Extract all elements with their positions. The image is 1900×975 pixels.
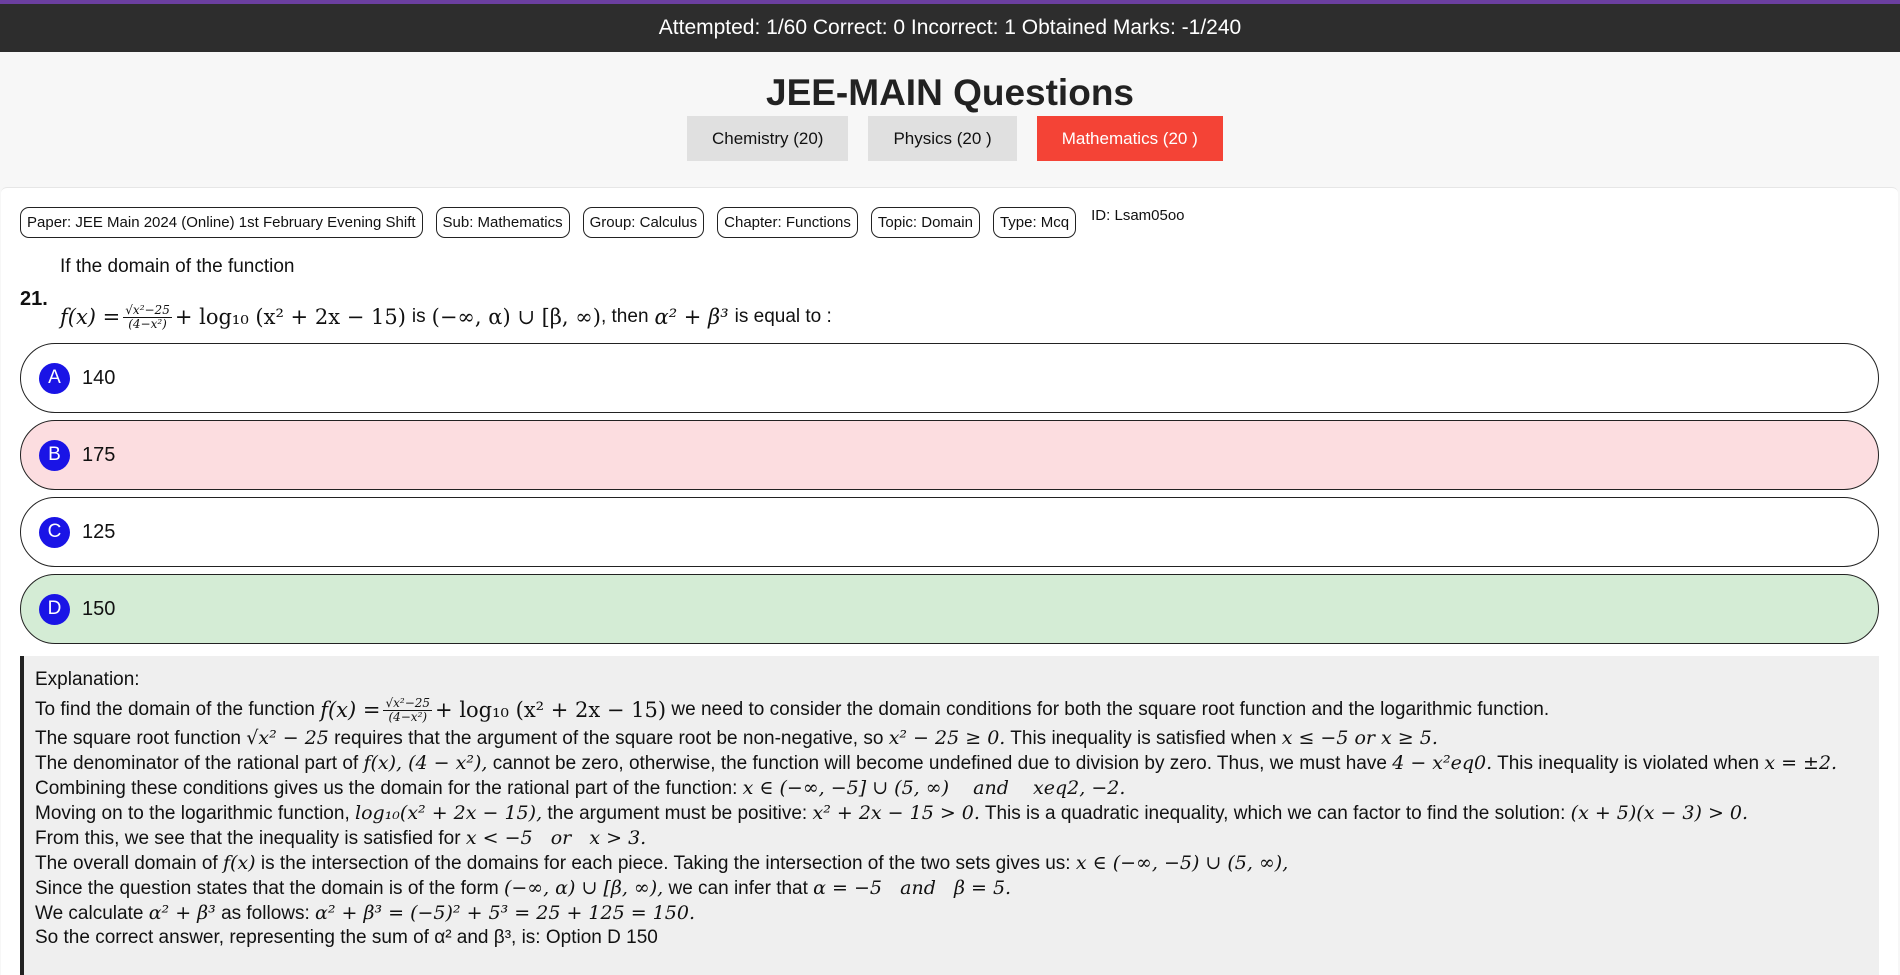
explanation-line: The square root function √x² − 25 requir… [35,726,1879,751]
explanation-text: Moving on to the logarithmic function, [35,803,350,824]
explanation-text: the argument must be positive: [547,803,808,824]
explanation-math: x < −5 or x > 3. [465,827,647,849]
score-stats-text: Attempted: 1/60 Correct: 0 Incorrect: 1 … [658,16,1242,39]
tag-group: Group: Calculus [582,207,705,238]
explanation-text: This inequality is satisfied when [1010,728,1277,749]
explanation-line: Moving on to the logarithmic function, l… [35,801,1879,826]
question-text: f(x) = √x²−25 (4−x²) + log₁₀ (x² + 2x − … [60,304,832,330]
option-c[interactable]: C 125 [20,497,1879,567]
tag-topic: Topic: Domain [870,207,980,238]
explanation-line: Combining these conditions gives us the … [35,776,1879,801]
explanation-math: α² + β³ [148,902,216,924]
explanation-line: To find the domain of the function f(x) … [35,694,1879,726]
fraction-denominator: (4−x²) [388,709,428,724]
fraction-denominator: (4−x²) [128,316,167,331]
explanation-text: cannot be zero, otherwise, the function … [492,753,1387,774]
option-a[interactable]: A 140 [20,343,1879,413]
tag-paper: Paper: JEE Main 2024 (Online) 1st Februa… [20,207,423,238]
explanation-math: f(x) [223,852,256,874]
explanation-text: Since the question states that the domai… [35,878,499,899]
explanation-text: we need to consider the domain condition… [671,699,1550,720]
explanation-text: We calculate [35,903,144,924]
option-value: 175 [82,443,116,466]
explanation-line: So the correct answer, representing the … [35,926,1879,950]
explanation-text: From this, we see that the inequality is… [35,828,461,849]
question-then-text: , then [600,306,649,328]
page-title: JEE-MAIN Questions [766,72,1134,113]
option-letter-badge: C [39,516,70,548]
explanation-text: The overall domain of [35,853,218,874]
explanation-math: x = ±2. [1764,752,1838,774]
explanation-math: 4 − x²eq0. [1392,752,1493,774]
explanation-text: The square root function [35,728,241,749]
explanation-line: From this, we see that the inequality is… [35,826,1879,851]
tag-subject: Sub: Mathematics [435,207,570,238]
option-value: 140 [82,366,116,389]
explanation-text: This inequality is violated when [1497,753,1760,774]
explanation-math: √x² − 25 [246,727,329,749]
explanation-box: Explanation: To find the domain of the f… [20,656,1879,975]
explanation-math: α = −5 and β = 5. [813,877,1012,899]
explanation-fraction: √x²−25 (4−x²) [383,695,433,724]
explanation-text: as follows: [221,903,310,924]
option-b[interactable]: B 175 [20,420,1879,490]
fraction-numerator: √x²−25 [383,695,433,711]
explanation-line: The overall domain of f(x) is the inters… [35,851,1879,876]
explanation-line: Since the question states that the domai… [35,876,1879,901]
explanation-text: To find the domain of the function [35,699,315,720]
question-expression: α² + β³ [654,305,729,330]
option-d[interactable]: D 150 [20,574,1879,644]
explanation-math: f(x), (4 − x²), [363,752,488,774]
explanation-math: f(x) = [320,698,381,722]
explanation-text: is the intersection of the domains for e… [260,853,1071,874]
question-log-term: + log₁₀ (x² + 2x − 15) [174,305,406,330]
tab-mathematics[interactable]: Mathematics (20 ) [1036,116,1223,161]
option-value: 150 [82,597,116,620]
question-function-lhs: f(x) = [60,305,121,330]
option-letter-badge: B [39,439,70,471]
explanation-math: (x + 5)(x − 3) > 0. [1570,802,1749,824]
tag-type: Type: Mcq [992,207,1077,238]
explanation-text: The denominator of the rational part of [35,753,359,774]
explanation-math: + log₁₀ (x² + 2x − 15) [435,698,667,722]
explanation-math: x² + 2x − 15 > 0. [812,802,980,824]
explanation-heading: Explanation: [35,669,140,690]
score-stats-bar: Attempted: 1/60 Correct: 0 Incorrect: 1 … [0,4,1900,52]
option-letter-badge: A [39,362,70,394]
question-interval: (−∞, α) ∪ [β, ∞) [431,305,601,330]
explanation-math: (−∞, α) ∪ [β, ∞), [503,877,664,899]
subject-tabs: Chemistry (20) Physics (20 ) Mathematics… [687,116,1223,161]
explanation-line: The denominator of the rational part of … [35,751,1875,776]
explanation-math: log₁₀(x² + 2x − 15), [355,802,543,824]
fraction-numerator: √x²−25 [123,303,172,318]
explanation-math: x ∈ (−∞, −5) ∪ (5, ∞), [1075,852,1289,874]
explanation-line: We calculate α² + β³ as follows: α² + β³… [35,901,1879,926]
tab-physics[interactable]: Physics (20 ) [868,116,1017,161]
explanation-math: x² − 25 ≥ 0. [888,727,1006,749]
question-number: 21. [20,288,48,310]
question-tail: is equal to : [734,306,832,328]
question-fraction: √x²−25 (4−x²) [123,304,172,330]
question-tags: Paper: JEE Main 2024 (Online) 1st Februa… [20,207,1185,238]
question-id: ID: Lsam05oo [1091,207,1185,224]
explanation-text: requires that the argument of the square… [334,728,884,749]
explanation-math: x ∈ (−∞, −5] ∪ (5, ∞) and xeq2, −2. [742,777,1126,799]
option-value: 125 [82,520,116,543]
explanation-math: x ≤ −5 or x ≥ 5. [1281,727,1438,749]
option-letter-badge: D [39,593,70,625]
explanation-text: Combining these conditions gives us the … [35,778,738,799]
question-intro: If the domain of the function [60,256,295,277]
explanation-text: This is a quadratic inequality, which we… [984,803,1566,824]
tag-chapter: Chapter: Functions [717,207,858,238]
tab-chemistry[interactable]: Chemistry (20) [687,116,849,161]
explanation-text: we can infer that [668,878,808,899]
explanation-math: α² + β³ = (−5)² + 5³ = 25 + 125 = 150. [315,902,695,924]
explanation-text: So the correct answer, representing the … [35,927,658,948]
question-is-text: is [411,306,426,328]
